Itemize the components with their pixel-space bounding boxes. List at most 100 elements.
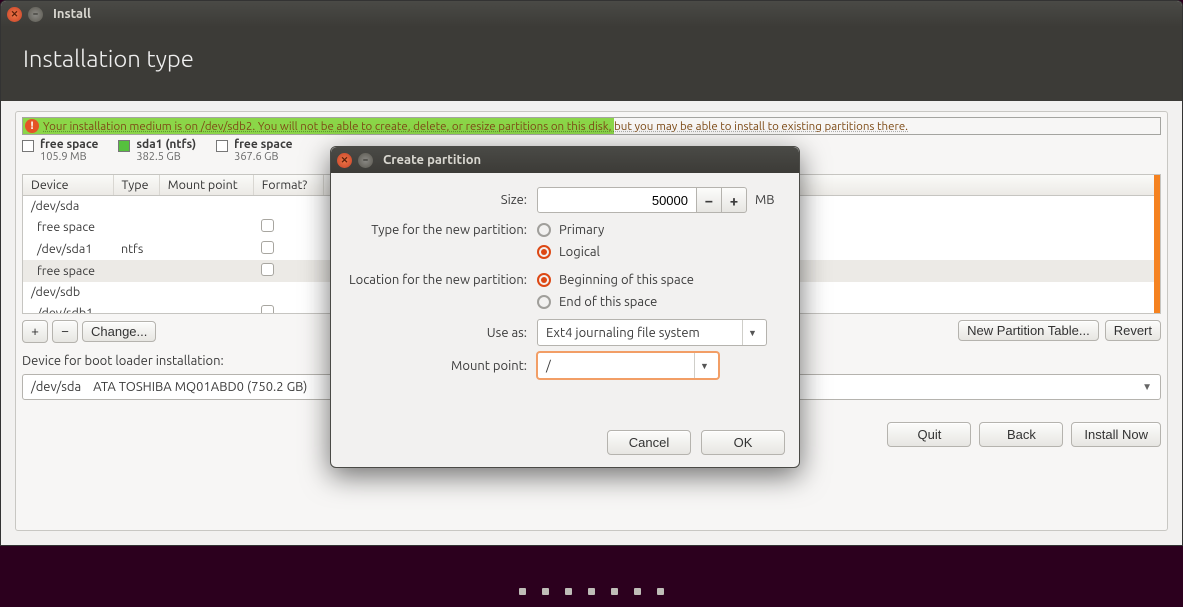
change-partition-button[interactable]: Change... <box>82 321 156 342</box>
cell-mount <box>159 282 253 302</box>
minimize-icon[interactable]: – <box>358 153 373 168</box>
dialog-titlebar: ✕ – Create partition <box>331 147 799 173</box>
table-right-buttons: New Partition Table... Revert <box>958 320 1161 341</box>
cell-device: /dev/sdb <box>23 282 113 302</box>
type-primary-radio[interactable]: Primary <box>537 219 604 241</box>
legend-sub: 105.9 MB <box>40 151 98 163</box>
back-button[interactable]: Back <box>979 422 1063 447</box>
ok-button[interactable]: OK <box>701 430 785 455</box>
legend-sub: 382.5 GB <box>136 151 196 163</box>
pager-dots <box>0 588 1183 595</box>
cell-type <box>113 196 159 217</box>
warning-banner: ! Your installation medium is on /dev/sd… <box>22 117 1161 135</box>
cancel-button[interactable]: Cancel <box>607 430 691 455</box>
radio-label: End of this space <box>559 295 657 309</box>
size-decrement-button[interactable]: − <box>696 187 722 213</box>
warning-text: Your installation medium is on /dev/sdb2… <box>43 120 908 133</box>
type-logical-radio[interactable]: Logical <box>537 241 604 263</box>
format-checkbox[interactable] <box>261 241 274 254</box>
table-edit-buttons: + − Change... <box>22 320 156 343</box>
cell-mount <box>159 196 253 217</box>
pager-dot <box>565 588 572 595</box>
new-partition-table-button[interactable]: New Partition Table... <box>958 320 1099 341</box>
cell-format <box>253 282 323 302</box>
header-strip: Installation type <box>1 27 1182 101</box>
mount-point-select[interactable]: / ▼ <box>537 352 719 379</box>
pager-dot <box>542 588 549 595</box>
cell-format <box>253 238 323 260</box>
radio-icon <box>537 223 551 237</box>
legend-label: sda1 (ntfs) <box>136 138 196 151</box>
useas-label: Use as: <box>345 326 537 340</box>
legend-swatch-free <box>22 140 34 152</box>
install-now-button[interactable]: Install Now <box>1071 422 1161 447</box>
mount-value: / <box>546 359 551 373</box>
cell-mount <box>159 302 253 314</box>
cell-mount <box>159 216 253 238</box>
format-checkbox[interactable] <box>261 263 274 276</box>
cell-format <box>253 216 323 238</box>
legend-item: free space 367.6 GB <box>216 138 292 163</box>
remove-partition-button[interactable]: − <box>52 320 78 343</box>
col-format[interactable]: Format? <box>253 175 323 196</box>
cell-device: /dev/sda <box>23 196 113 217</box>
size-unit: MB <box>755 193 775 207</box>
chevron-down-icon: ▼ <box>694 353 714 378</box>
pager-dot <box>657 588 664 595</box>
legend-swatch-free <box>216 140 228 152</box>
location-begin-radio[interactable]: Beginning of this space <box>537 269 694 291</box>
format-checkbox[interactable] <box>261 219 274 232</box>
footer-buttons: Quit Back Install Now <box>887 422 1161 447</box>
col-type[interactable]: Type <box>113 175 159 196</box>
cell-type <box>113 216 159 238</box>
radio-icon <box>537 245 551 259</box>
radio-label: Beginning of this space <box>559 273 694 287</box>
col-device[interactable]: Device <box>23 175 113 196</box>
cell-format <box>253 260 323 282</box>
pager-dot <box>588 588 595 595</box>
pager-dot <box>611 588 618 595</box>
size-input[interactable] <box>537 187 697 213</box>
radio-icon <box>537 295 551 309</box>
cell-format <box>253 196 323 217</box>
useas-value: Ext4 journaling file system <box>546 326 700 340</box>
chevron-down-icon: ▼ <box>742 320 762 345</box>
window-titlebar: ✕ – Install <box>1 1 1182 27</box>
cell-device: free space <box>23 216 113 238</box>
mount-label: Mount point: <box>345 359 537 373</box>
window-title: Install <box>53 7 91 21</box>
close-icon[interactable]: ✕ <box>337 153 352 168</box>
format-checkbox[interactable] <box>261 305 274 314</box>
page-title: Installation type <box>1 27 1182 72</box>
col-mount[interactable]: Mount point <box>159 175 253 196</box>
location-end-radio[interactable]: End of this space <box>537 291 694 313</box>
cell-device: free space <box>23 260 113 282</box>
legend-swatch-ntfs <box>118 140 130 152</box>
cell-mount <box>159 260 253 282</box>
legend-label: free space <box>40 138 98 151</box>
legend-sub: 367.6 GB <box>234 151 292 163</box>
create-partition-dialog: ✕ – Create partition Size: − + MB Type f… <box>330 146 800 468</box>
minimize-icon[interactable]: – <box>28 7 43 22</box>
partition-legend: free space 105.9 MB sda1 (ntfs) 382.5 GB… <box>22 138 293 163</box>
legend-item: sda1 (ntfs) 382.5 GB <box>118 138 196 163</box>
useas-select[interactable]: Ext4 journaling file system ▼ <box>537 319 767 346</box>
quit-button[interactable]: Quit <box>887 422 971 447</box>
close-icon[interactable]: ✕ <box>7 7 22 22</box>
size-label: Size: <box>345 193 537 207</box>
radio-label: Logical <box>559 245 600 259</box>
cell-device: /dev/sda1 <box>23 238 113 260</box>
pager-dot <box>634 588 641 595</box>
cell-type <box>113 282 159 302</box>
boot-device-value: /dev/sda ATA TOSHIBA MQ01ABD0 (750.2 GB) <box>31 380 307 394</box>
table-resize-handle[interactable] <box>1154 175 1160 313</box>
revert-button[interactable]: Revert <box>1105 320 1161 341</box>
cell-type <box>113 260 159 282</box>
radio-label: Primary <box>559 223 604 237</box>
warning-icon: ! <box>25 119 39 133</box>
size-increment-button[interactable]: + <box>721 187 747 213</box>
cell-mount <box>159 238 253 260</box>
add-partition-button[interactable]: + <box>22 320 48 343</box>
cell-type: ntfs <box>113 238 159 260</box>
cell-type <box>113 302 159 314</box>
